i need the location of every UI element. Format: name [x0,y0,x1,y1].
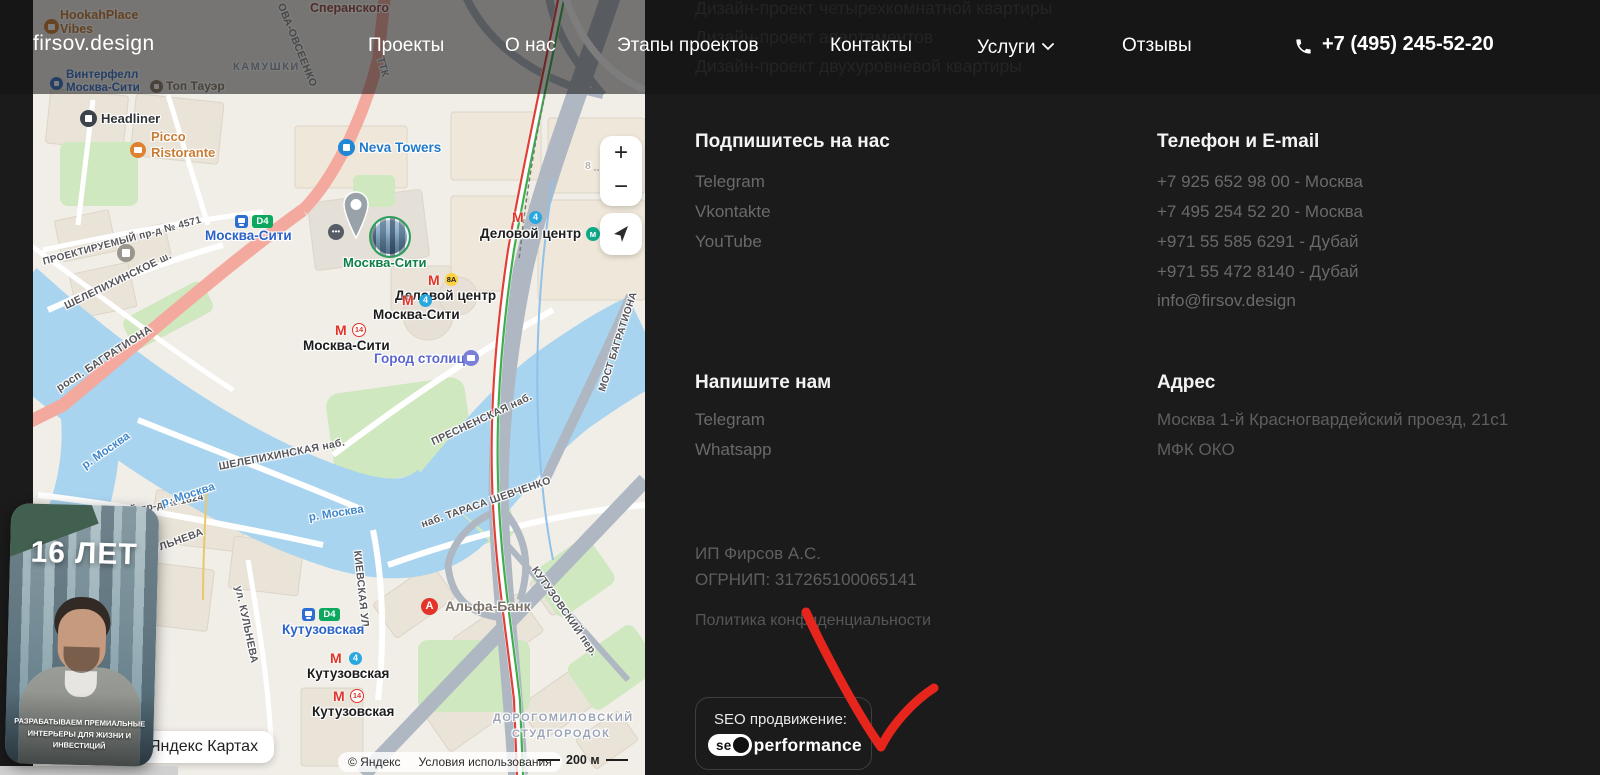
line8a-badge: 8А [445,273,458,286]
navigation-arrow-icon [611,224,631,244]
zoom-control: + − [600,136,642,206]
map-attribution: © Яндекс Условия использования [338,752,562,772]
poi-label: Neva Towers [359,141,441,155]
metro-icon: М [512,209,524,225]
scale-tick [606,759,628,761]
rail-icon [302,608,315,621]
logo-se-text: se [716,738,732,753]
phone-link[interactable]: +7 925 652 98 00 - Москва [1157,172,1363,192]
map-pin-icon [343,191,369,241]
line4-badge: 4 [349,652,362,665]
mcc-icon: м [586,227,600,241]
mall-icon [338,139,355,156]
contacts-heading: Телефон и E-mail [1157,131,1319,153]
logo[interactable]: firsov.design [33,32,155,56]
line4-badge: 4 [419,294,432,307]
phone-link[interactable]: +7 495 254 52 20 - Москва [1157,202,1363,222]
metro-icon: М [428,272,440,288]
station-label: Деловой центр [480,227,581,241]
footer: Дизайн-проект четырехкомнатной квартиры … [645,0,1600,775]
yandex-copyright[interactable]: © Яндекс [348,755,401,769]
line14-badge: 14 [352,323,366,337]
scale-tick [538,759,560,761]
vkontakte-link[interactable]: Vkontakte [695,202,771,222]
d4-badge: D4 [319,608,340,621]
phone-link[interactable]: +971 55 472 8140 - Дубай [1157,262,1359,282]
video-story-widget[interactable]: 16 ЛЕТ РАЗРАБАТЫВАЕМ ПРЕМИАЛЬНЫЕ ИНТЕРЬЕ… [5,503,160,767]
seoperformance-logo-icon: se [708,734,752,756]
nav-item-projects[interactable]: Проекты [368,35,444,57]
nav-item-about[interactable]: О нас [505,35,556,57]
rail-icon [235,215,248,228]
telegram-link[interactable]: Telegram [695,172,765,192]
district-label: ДОРОГОМИЛОВСКИЙ [493,713,634,725]
phone-icon [1294,37,1313,56]
scale-value: 200 м [566,753,600,767]
metro-icon: М [335,322,347,338]
station-label: Москва-Сити [205,229,292,243]
station-label: Кутузовская [307,667,389,681]
line14-badge: 14 [350,689,364,703]
widget-caption-line2: ИНТЕРЬЕРЫ ДЛЯ ЖИЗНИ И ИНВЕСТИЦИЙ [5,727,154,753]
address-heading: Адрес [1157,372,1215,394]
briefcase-icon [463,350,479,366]
faint-label: 8 [585,161,591,172]
station-label: Кутузовская [312,705,394,719]
bottom-edge-band [0,766,178,775]
youtube-link[interactable]: YouTube [695,232,762,252]
write-us-heading: Напишите нам [695,372,831,394]
subscribe-heading: Подпишитесь на нас [695,131,890,153]
nav-services-label: Услуги [977,37,1035,58]
poi-label: Альфа-Банк [445,599,531,614]
address-line: МФК ОКО [1157,440,1235,460]
geolocation-button[interactable] [600,213,642,255]
camera-icon [117,244,135,262]
chevron-down-icon [1042,35,1054,57]
map-scale: 200 м [538,753,628,767]
poi-label: Headliner [101,112,160,126]
email-link[interactable]: info@firsov.design [1157,291,1296,311]
line4-badge: 4 [529,211,542,224]
zoom-out-button[interactable]: − [600,170,642,204]
collapsed-poi-icon: ••• [328,224,344,240]
nav-item-reviews[interactable]: Отзывы [1122,35,1192,57]
seo-label: SEO продвижение: [714,711,847,728]
station-label: Москва-Сити [343,256,426,270]
nav-item-services[interactable]: Услуги [977,35,1054,59]
zoom-in-button[interactable]: + [600,136,642,170]
terms-of-use-link[interactable]: Условия использования [419,755,552,769]
station-label: Москва-Сити [373,308,460,322]
district-label: СТУДГОРОДОК [512,729,610,741]
metro-icon: М [333,688,345,704]
nav-item-contacts[interactable]: Контакты [830,35,912,57]
metro-icon: М [330,650,342,666]
open-in-yandex-maps-button[interactable]: Яндекс Картах [133,731,274,763]
privacy-policy-link[interactable]: Политика конфиденциальности [695,612,931,630]
logo-performance-text: performance [754,735,862,756]
metro-icon: М [402,292,414,308]
address-line: Москва 1-й Красногвардейский проезд, 21с… [1157,410,1508,430]
telegram-write-link[interactable]: Telegram [695,410,765,430]
logo-dot-icon [733,737,749,753]
alfa-bank-icon: А [421,598,438,615]
top-navbar: firsov.design Проекты О нас Этапы проект… [0,0,1600,94]
ogrnip-number: ОГРНИП: 317265100065141 [695,570,917,590]
moscow-city-photo-marker[interactable] [369,216,411,258]
poi-label: Picco [151,130,186,144]
restaurant-icon [130,142,146,158]
nav-item-stages[interactable]: Этапы проектов [617,35,759,57]
nav-phone-number[interactable]: +7 (495) 245-52-20 [1322,33,1494,56]
headliner-icon [80,110,97,127]
phone-link[interactable]: +971 55 585 6291 - Дубай [1157,232,1359,252]
poi-label: Ristorante [151,146,215,160]
poi-label: Город столиц [374,352,465,366]
legal-entity: ИП Фирсов А.С. [695,544,821,564]
station-label: Кутузовская [282,623,364,637]
page: HookahPlace Vibes Сперанского ОВА-ОВСЕЕН… [0,0,1600,775]
seo-badge[interactable]: SEO продвижение: se performance [695,697,872,770]
widget-title: 16 ЛЕТ [10,535,159,573]
d4-badge: D4 [252,215,273,228]
whatsapp-link[interactable]: Whatsapp [695,440,772,460]
